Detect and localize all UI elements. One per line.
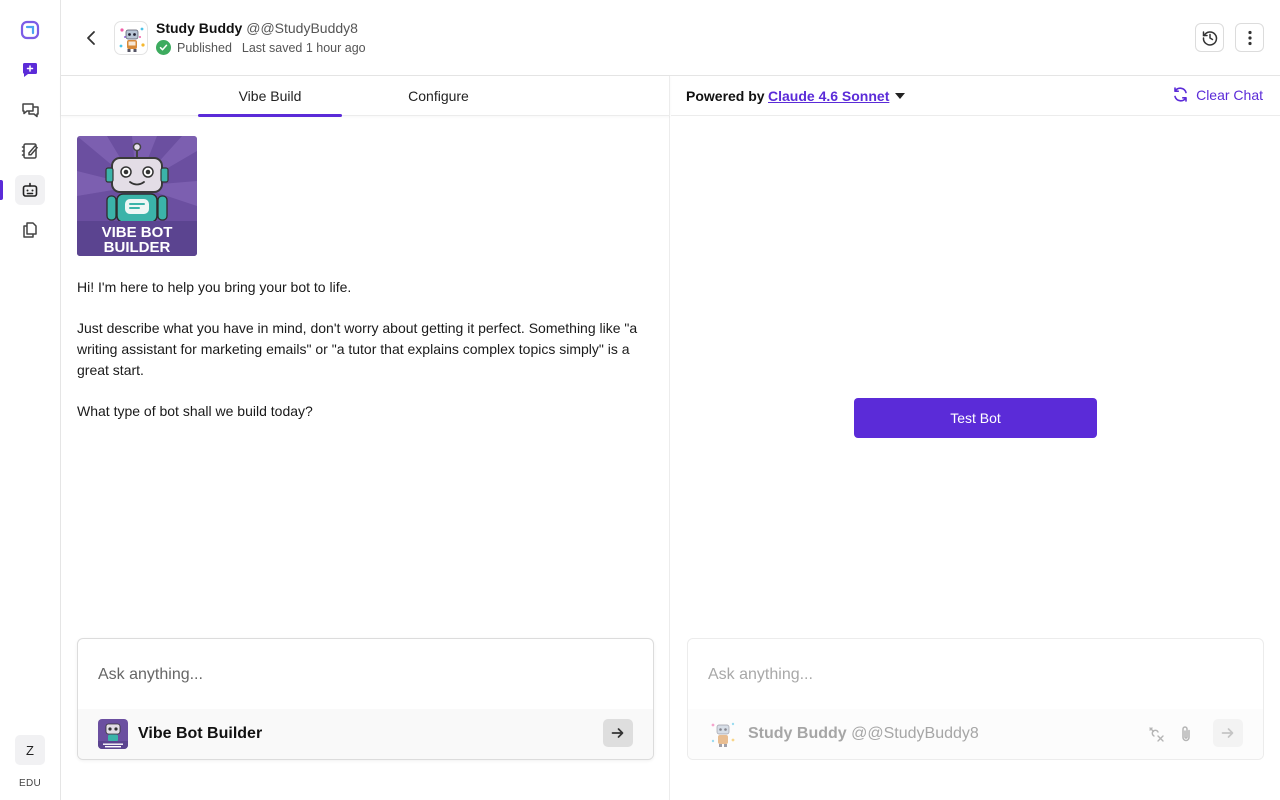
paperclip-icon (1182, 726, 1190, 742)
app-root: Z EDU Study Buddy @@StudyBuddy8 Publishe… (0, 0, 1280, 800)
vibe-build-panel: Vibe Build Configure VIBE BOT BUILDER Hi… (61, 76, 670, 800)
last-saved-text: Last saved 1 hour ago (241, 40, 366, 55)
attach-button[interactable] (1175, 723, 1197, 745)
documents-icon[interactable] (15, 215, 45, 245)
history-icon (1202, 30, 1217, 46)
panel-tabs: Vibe Build Configure (61, 76, 670, 117)
powered-by-label: Powered by (686, 88, 765, 104)
clear-chat-label: Clear Chat (1196, 86, 1263, 103)
new-chat-icon[interactable] (15, 55, 45, 85)
preview-chat-input[interactable] (708, 663, 1228, 687)
assistant-message: Hi! I'm here to help you bring your bot … (77, 279, 352, 295)
robot-avatar-icon (119, 27, 145, 52)
test-bot-button[interactable]: Test Bot (854, 398, 1097, 438)
refresh-icon (1174, 87, 1187, 102)
bot-avatar[interactable] (114, 21, 148, 55)
user-avatar[interactable]: Z (15, 735, 45, 765)
plan-label: EDU (18, 778, 41, 789)
preview-bot-label: Study Buddy @@StudyBuddy8 (748, 725, 979, 743)
left-rail: Z EDU (0, 0, 61, 800)
tools-off-icon (1149, 727, 1164, 742)
builder-image-line2: BUILDER (104, 239, 171, 256)
page-header: Study Buddy @@StudyBuddy8 Published Last… (61, 0, 1280, 76)
arrow-right-icon (611, 728, 624, 738)
clear-chat-button[interactable]: Clear Chat (1172, 86, 1263, 103)
bot-name: Study Buddy (156, 20, 243, 36)
preview-panel: Powered by Claude 4.6 Sonnet Clear Chat … (671, 76, 1280, 800)
status-badge: Published (177, 40, 232, 55)
more-vertical-icon (1247, 30, 1252, 45)
model-selector[interactable]: Claude 4.6 Sonnet (768, 88, 889, 104)
bot-title: Study Buddy @@StudyBuddy8 (156, 20, 358, 36)
tab-vibe-build[interactable]: Vibe Build (198, 76, 342, 117)
status-line: Published Last saved 1 hour ago (156, 40, 366, 55)
assistant-message: What type of bot shall we build today? (77, 403, 313, 419)
composer-footer: Study Buddy @@StudyBuddy8 (688, 709, 1263, 759)
more-options-button[interactable] (1235, 23, 1264, 52)
user-initial: Z (26, 742, 34, 758)
bot-handle: @@StudyBuddy8 (246, 20, 358, 36)
active-rail-indicator (0, 180, 3, 200)
preview-bot-handle: @@StudyBuddy8 (851, 725, 979, 742)
builder-composer: Vibe Bot Builder (77, 638, 654, 760)
assistant-message: Just describe what you have in mind, don… (77, 320, 638, 378)
caret-down-icon[interactable] (895, 93, 905, 99)
preview-toolbar: Powered by Claude 4.6 Sonnet Clear Chat (671, 76, 1280, 116)
app-logo-icon[interactable] (15, 15, 45, 45)
check-circle-icon (156, 40, 171, 55)
bots-icon[interactable] (15, 175, 45, 205)
preview-send-button[interactable] (1213, 719, 1243, 747)
composer-footer: Vibe Bot Builder (78, 709, 653, 759)
preview-bot-name: Study Buddy (748, 725, 847, 742)
notebook-icon[interactable] (15, 135, 45, 165)
tab-configure[interactable]: Configure (366, 76, 511, 116)
vibe-bot-builder-image: VIBE BOT BUILDER (77, 136, 197, 256)
builder-chat-input[interactable] (98, 663, 618, 687)
disable-tools-button[interactable] (1145, 723, 1167, 745)
study-buddy-avatar (708, 719, 738, 749)
vibe-bot-avatar (98, 719, 128, 749)
preview-composer: Study Buddy @@StudyBuddy8 (687, 638, 1264, 760)
send-button[interactable] (603, 719, 633, 747)
chats-icon[interactable] (15, 95, 45, 125)
back-button[interactable] (81, 26, 101, 50)
arrow-right-icon (1221, 728, 1234, 738)
history-button[interactable] (1195, 23, 1224, 52)
chevron-left-icon (87, 31, 95, 45)
selected-bot-name: Vibe Bot Builder (138, 725, 263, 742)
